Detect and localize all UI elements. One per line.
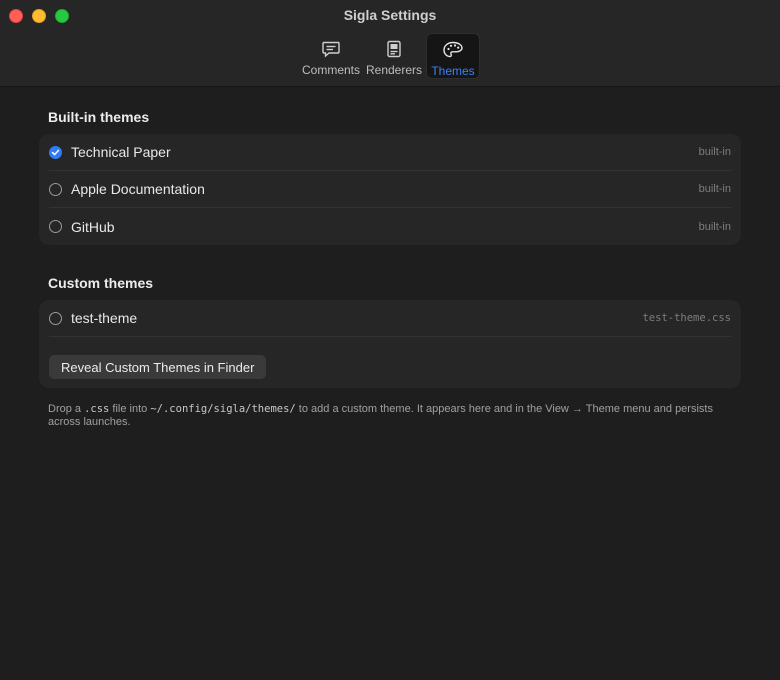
- reveal-in-finder-button[interactable]: Reveal Custom Themes in Finder: [49, 355, 267, 379]
- tab-comments-label: Comments: [302, 63, 361, 77]
- help-code-path: ~/.config/sigla/themes/: [150, 403, 296, 415]
- tab-renderers[interactable]: Renderers: [364, 33, 424, 79]
- help-text-part: Drop a: [48, 403, 85, 415]
- theme-tag: built-in: [698, 220, 731, 233]
- help-code: .css: [84, 403, 110, 415]
- palette-icon: [442, 39, 464, 61]
- theme-tag: built-in: [698, 146, 731, 158]
- theme-file-tag: test-theme.css: [642, 312, 731, 324]
- theme-tag: built-in: [698, 183, 731, 195]
- theme-row-technical-paper[interactable]: Technical Paper built-in: [49, 134, 731, 171]
- theme-label: Apple Documentation: [71, 181, 205, 197]
- builtin-themes-group: Technical Paper built-in Apple Documenta…: [39, 134, 741, 245]
- radio-checked-icon[interactable]: [49, 145, 62, 159]
- settings-window: Sigla Settings Comments Renderers Themes…: [0, 0, 780, 680]
- tab-themes-label: Themes: [431, 64, 475, 78]
- window-title: Sigla Settings: [343, 7, 437, 23]
- help-text-part: file into: [109, 403, 151, 415]
- theme-label: Technical Paper: [71, 144, 171, 160]
- renderer-icon: [383, 38, 405, 60]
- radio-unchecked-icon[interactable]: [49, 182, 62, 196]
- theme-label: test-theme: [71, 310, 138, 326]
- comment-icon: [320, 38, 342, 60]
- custom-section-title: Custom themes: [48, 275, 154, 291]
- help-text: Drop a .css file into ~/.config/sigla/th…: [48, 403, 718, 429]
- radio-unchecked-icon[interactable]: [49, 311, 62, 325]
- reveal-button-container: Reveal Custom Themes in Finder: [39, 337, 741, 379]
- tab-themes[interactable]: Themes: [426, 33, 480, 79]
- builtin-section-title: Built-in themes: [48, 109, 150, 125]
- settings-tabs: Comments Renderers Themes: [0, 33, 780, 79]
- theme-row-github[interactable]: GitHub built-in: [49, 208, 731, 245]
- theme-row-test-theme[interactable]: test-theme test-theme.css: [49, 300, 731, 337]
- tab-comments[interactable]: Comments: [300, 33, 362, 79]
- theme-label: GitHub: [71, 218, 115, 235]
- radio-unchecked-icon[interactable]: [49, 220, 62, 233]
- theme-row-apple-documentation[interactable]: Apple Documentation built-in: [49, 171, 731, 208]
- titlebar: Sigla Settings Comments Renderers Themes: [0, 0, 780, 87]
- tab-renderers-label: Renderers: [365, 63, 423, 77]
- custom-themes-group: test-theme test-theme.css Reveal Custom …: [39, 300, 741, 388]
